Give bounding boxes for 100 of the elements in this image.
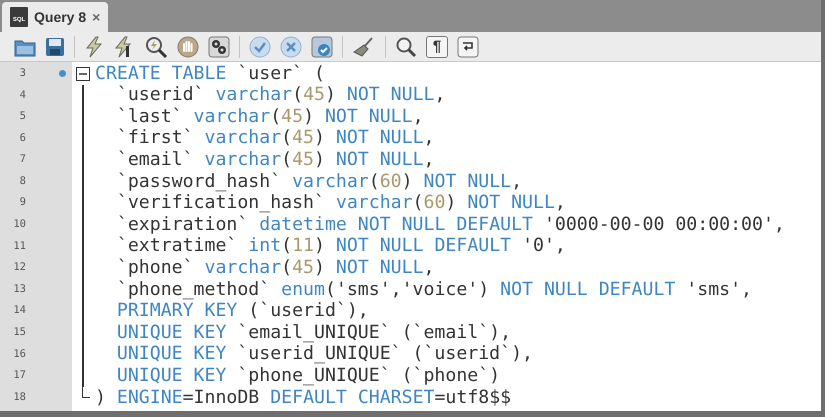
code-text: (	[292, 84, 304, 106]
code-text: (	[281, 235, 292, 256]
sql-number: 45	[303, 84, 325, 106]
sql-number: 45	[281, 106, 304, 127]
invisibles-button[interactable]: ¶	[426, 36, 448, 58]
lightning-icon[interactable]	[84, 36, 104, 58]
autocommit-icon[interactable]	[311, 36, 333, 58]
wrap-icon[interactable]	[457, 36, 479, 58]
code-text: `last`	[116, 106, 184, 127]
line-number: 5	[18, 109, 26, 124]
sql-keyword: UNIQUE KEY	[116, 343, 226, 364]
sql-keyword: NOT NULL	[346, 84, 434, 106]
code-text: `email_UNIQUE` (`email`),	[236, 322, 512, 343]
sql-number: 60	[424, 192, 446, 214]
sql-keyword: NOT NULL	[324, 106, 413, 127]
sql-keyword: enum	[281, 278, 325, 300]
code-text: (	[368, 170, 380, 192]
sql-keyword: varchar	[292, 170, 369, 192]
code-text: `extratime`	[116, 235, 238, 256]
line-number: 17	[12, 368, 26, 384]
code-text: (	[270, 106, 282, 127]
sql-keyword: NOT NULL DEFAULT	[500, 278, 676, 300]
code-text: )	[402, 170, 414, 192]
line-number: 3	[18, 66, 26, 81]
sql-number: 60	[380, 170, 402, 192]
code-text: ('sms','voice')	[324, 278, 490, 300]
line-number: 15	[12, 325, 26, 340]
code-text: ,	[511, 170, 522, 192]
cancel-circle-icon[interactable]	[280, 36, 302, 58]
line-number: 12	[12, 260, 26, 276]
code-text: ,	[424, 149, 434, 170]
code-text: `phone_method`	[116, 278, 272, 300]
code-text: `user` (	[236, 62, 325, 84]
line-number: 7	[18, 152, 26, 168]
line-number: 9	[18, 195, 26, 210]
save-icon[interactable]	[45, 36, 65, 56]
check-circle-icon[interactable]	[249, 36, 271, 58]
sql-keyword: int	[248, 235, 282, 256]
code-text: (	[412, 192, 424, 214]
code-text: ,	[412, 106, 424, 127]
sql-number: 11	[292, 235, 314, 256]
line-number: 18	[12, 390, 26, 405]
code-text: ,	[424, 127, 434, 148]
code-text: ,	[554, 192, 566, 214]
code-text: `userid_UNIQUE` (`userid`),	[236, 343, 533, 364]
line-number: 14	[12, 303, 26, 318]
magnifier-lightning-icon[interactable]	[144, 36, 168, 58]
code-text: (	[281, 257, 292, 278]
code-text: (`userid`),	[247, 300, 369, 322]
sql-number: 45	[292, 127, 314, 148]
code-text: `verification_hash`	[116, 192, 326, 214]
line-number: 10	[12, 217, 26, 232]
code-text: ,	[434, 84, 446, 106]
line-number: 13	[12, 282, 26, 297]
tab-title: Query 8	[34, 8, 86, 27]
line-number: 6	[18, 130, 26, 146]
sql-keyword: NOT NULL	[336, 257, 424, 278]
code-text: )	[303, 106, 316, 127]
sql-keyword: DEFAULT CHARSET	[270, 386, 434, 408]
sql-keyword: NOT NULL	[467, 192, 555, 214]
code-text: )	[445, 192, 458, 214]
sql-keyword: varchar	[194, 106, 270, 127]
sql-keyword: varchar	[215, 84, 292, 106]
code-text: (	[281, 127, 292, 148]
line-number: 8	[18, 174, 26, 189]
code-text: =InnoDB	[182, 386, 260, 408]
sql-keyword: CREATE TABLE	[95, 62, 226, 84]
sql-keyword: varchar	[336, 192, 413, 214]
code-text: )	[314, 127, 326, 148]
code-text: `phone_UNIQUE` (`phone`)	[236, 365, 500, 386]
sql-keyword: varchar	[204, 127, 282, 148]
line-number: 11	[12, 238, 26, 254]
sql-keyword: PRIMARY KEY	[116, 300, 238, 322]
sql-keyword: NOT NULL	[424, 170, 512, 192]
sql-keyword: NOT NULL DEFAULT	[336, 235, 512, 256]
code-text: `userid`	[116, 84, 206, 106]
sql-keyword: datetime NOT NULL DEFAULT	[259, 214, 533, 235]
code-text: (	[281, 149, 292, 170]
line-number: 4	[18, 88, 26, 103]
code-text: `email`	[116, 149, 195, 170]
code-text: )	[314, 235, 326, 256]
code-text: ,	[424, 257, 434, 278]
code-text: =utf8$$	[434, 386, 512, 408]
code-text: `first`	[116, 127, 195, 148]
close-button[interactable]: ×	[92, 10, 100, 24]
sql-keyword: NOT NULL	[336, 149, 424, 170]
collapse-icon[interactable]	[76, 66, 90, 81]
code-text: )	[95, 386, 107, 408]
code-text: `password_hash`	[116, 170, 282, 192]
search-icon[interactable]	[395, 36, 417, 58]
line-number: 16	[12, 346, 26, 362]
sql-keyword: varchar	[204, 257, 282, 278]
code-text: )	[324, 84, 337, 106]
sql-number: 45	[292, 149, 314, 170]
sql-keyword: ENGINE	[116, 386, 183, 408]
sql-keyword: UNIQUE KEY	[116, 322, 226, 343]
sql-keyword: UNIQUE KEY	[116, 365, 226, 386]
sql-keyword: varchar	[204, 149, 282, 170]
code-text: '0000-00-00 00:00:00',	[542, 214, 785, 235]
code-text: `phone`	[116, 257, 195, 278]
